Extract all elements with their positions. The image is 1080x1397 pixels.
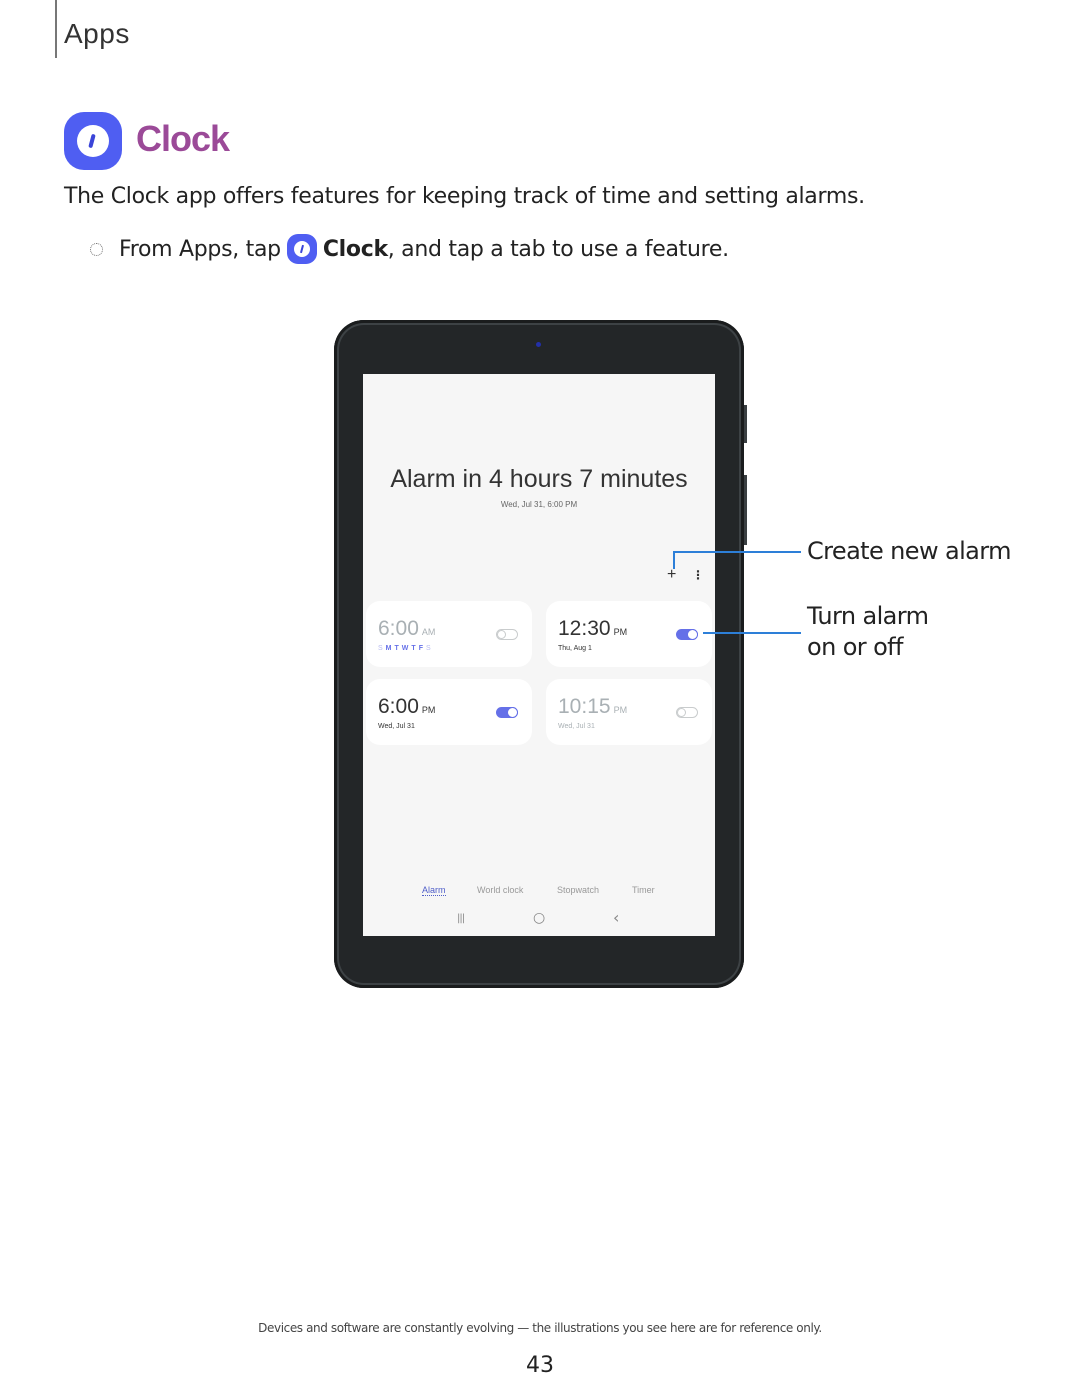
alarm-time: 6:00: [378, 617, 419, 640]
alarm-ampm: PM: [613, 627, 628, 637]
callout-create-alarm: Create new alarm: [807, 537, 1012, 565]
alarm-ampm: AM: [421, 627, 436, 637]
alarm-ampm: PM: [613, 705, 628, 715]
alarm-time: 6:00: [378, 695, 419, 718]
more-options-icon[interactable]: ⋮: [692, 568, 704, 582]
home-icon[interactable]: ○: [533, 910, 545, 926]
power-button: [744, 405, 747, 443]
tab-timer[interactable]: Timer: [632, 885, 655, 895]
intro-paragraph: The Clock app offers features for keepin…: [64, 184, 865, 209]
alarm-toggle[interactable]: [496, 629, 518, 640]
volume-button: [744, 475, 747, 545]
alarm-ampm: PM: [421, 705, 436, 715]
alarm-toggle[interactable]: [676, 707, 698, 718]
instruction-step: From Apps, tap Clock , and tap a tab to …: [90, 234, 729, 264]
tab-alarm[interactable]: Alarm: [422, 885, 446, 896]
alarm-date: Wed, Jul 31: [378, 723, 415, 730]
alarm-next-date: Wed, Jul 31, 6:00 PM: [500, 500, 578, 509]
step-app-name: Clock: [322, 236, 388, 262]
alarm-card[interactable]: 6:00 AM SMTWTFS: [366, 601, 532, 667]
alarm-card[interactable]: 6:00 PM Wed, Jul 31: [366, 679, 532, 745]
callout-line-toggle: [703, 632, 801, 634]
alarm-days: SMTWTFS: [378, 645, 434, 652]
page-number: 43: [526, 1353, 554, 1378]
alarm-toggle[interactable]: [676, 629, 698, 640]
step-suffix: , and tap a tab to use a feature.: [387, 236, 729, 262]
camera-icon: [536, 342, 541, 347]
alarm-countdown: Alarm in 4 hours 7 minutes: [390, 465, 688, 493]
recents-icon[interactable]: |||: [457, 913, 465, 924]
footer-disclaimer: Devices and software are constantly evol…: [258, 1321, 822, 1335]
clock-app-icon: [286, 234, 317, 264]
callout-toggle-line2: on or off: [807, 633, 903, 661]
section-label: Apps: [64, 18, 130, 49]
back-icon[interactable]: ‹: [613, 908, 619, 927]
tab-stopwatch[interactable]: Stopwatch: [557, 885, 599, 895]
alarm-time: 10:15: [558, 695, 611, 718]
step-prefix: From Apps, tap: [119, 236, 281, 262]
clock-app-icon: [64, 112, 122, 170]
alarm-card[interactable]: 10:15 PM Wed, Jul 31: [546, 679, 712, 745]
page-title: Clock: [136, 118, 230, 159]
alarm-card[interactable]: 12:30 PM Thu, Aug 1: [546, 601, 712, 667]
alarm-date: Wed, Jul 31: [558, 723, 595, 730]
callout-line-create: [673, 551, 675, 569]
tab-world-clock[interactable]: World clock: [477, 885, 523, 895]
alarm-toggle[interactable]: [496, 707, 518, 718]
callout-toggle-line1: Turn alarm: [807, 602, 929, 630]
callout-line-create: [673, 551, 801, 553]
alarm-date: Thu, Aug 1: [558, 645, 592, 652]
alarm-time: 12:30: [558, 617, 611, 640]
bullet-icon: [90, 242, 103, 256]
section-rule: [55, 0, 57, 58]
